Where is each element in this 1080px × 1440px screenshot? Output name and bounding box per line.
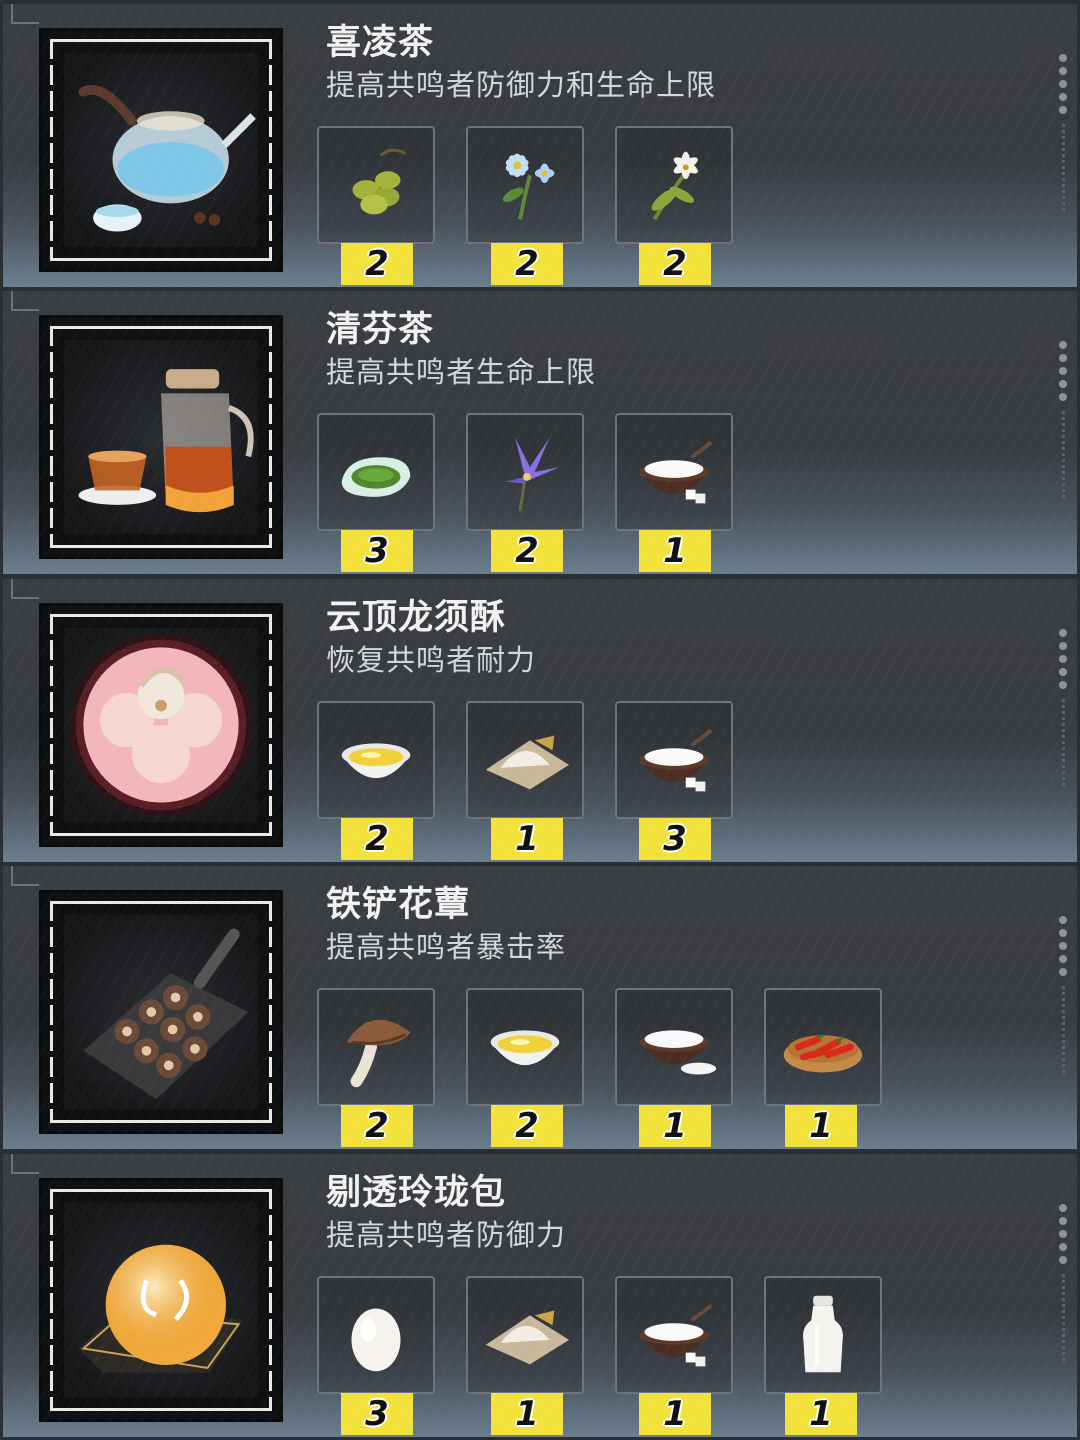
corner-bracket [11,1154,39,1174]
ingredient-slot[interactable] [466,988,584,1106]
oil-bowl-icon [327,711,425,809]
ingredient-slot[interactable] [317,988,435,1106]
dish-frame [39,315,283,559]
ingredient-count: 3 [341,1393,413,1435]
ingredient-slot[interactable] [615,701,733,819]
ingredient-slot[interactable] [615,988,733,1106]
ingredient-count: 2 [491,243,563,285]
ingredient-slot[interactable] [466,126,584,244]
ingredient-slot[interactable] [466,701,584,819]
ingredient-slot[interactable] [615,1276,733,1394]
ingredient-count: 3 [639,818,711,860]
recipe-card[interactable]: 铁铲花蕈提高共鸣者暴击率 2 2 1 1 [3,866,1077,1149]
side-decoration [1062,986,1065,1076]
recipe-card[interactable]: 清芬茶提高共鸣者生命上限 3 2 1 [3,291,1077,574]
dragon-pastry-icon [64,628,258,822]
ingredient-count: 2 [341,243,413,285]
sugar-bowl-icon [625,423,723,521]
recipe-title: 铁铲花蕈 [326,885,471,925]
ingredient-count: 2 [491,530,563,572]
recipe-description: 提高共鸣者防御力 [326,1218,567,1252]
green-olives-icon [327,136,425,234]
dish-frame [39,603,283,847]
ingredient-slot[interactable] [615,413,733,531]
dish-frame [39,1178,283,1422]
drag-handle[interactable] [1059,341,1069,406]
side-decoration [1062,699,1065,789]
ingredient-slot[interactable] [466,413,584,531]
ingredient-count: 1 [785,1393,857,1435]
ingredient-count: 1 [491,1393,563,1435]
ingredient-count: 2 [341,1105,413,1147]
blue-flower-icon [476,136,574,234]
recipe-description: 恢复共鸣者耐力 [326,643,537,677]
ingredient-count: 3 [341,530,413,572]
teapot-icon [64,53,258,247]
ingredient-count: 2 [639,243,711,285]
white-lily-icon [625,136,723,234]
recipe-description: 提高共鸣者暴击率 [326,930,567,964]
ingredient-count: 1 [639,1393,711,1435]
flour-icon [476,1286,574,1384]
milk-bottle-icon [774,1286,872,1384]
ingredient-slot[interactable] [466,1276,584,1394]
drag-handle[interactable] [1059,916,1069,981]
ingredient-slot[interactable] [764,988,882,1106]
flour-icon [476,711,574,809]
crystal-bun-icon [64,1203,258,1397]
ingredient-slot[interactable] [317,1276,435,1394]
recipe-card[interactable]: 云顶龙须酥恢复共鸣者耐力 2 1 3 [3,579,1077,862]
dish-frame [39,890,283,1134]
ingredient-count: 1 [491,818,563,860]
side-decoration [1062,124,1065,214]
recipe-title: 喜凌茶 [326,23,435,63]
corner-bracket [11,579,39,599]
purple-flower-icon [476,423,574,521]
corner-bracket [11,291,39,311]
dish-frame [39,28,283,272]
sugar-bowl-icon [625,1286,723,1384]
ingredient-count: 1 [785,1105,857,1147]
ingredient-slot[interactable] [764,1276,882,1394]
recipe-card[interactable]: 剔透玲珑包提高共鸣者防御力 3 1 1 1 [3,1154,1077,1437]
recipe-title: 剔透玲珑包 [326,1173,507,1213]
ingredient-slot[interactable] [317,701,435,819]
glass-teapot-icon [64,340,258,534]
drag-handle[interactable] [1059,629,1069,694]
ingredient-count: 2 [341,818,413,860]
corner-bracket [11,866,39,886]
ingredient-slot[interactable] [317,413,435,531]
side-decoration [1062,411,1065,501]
recipe-description: 提高共鸣者防御力和生命上限 [326,68,717,102]
recipe-title: 云顶龙须酥 [326,598,507,638]
egg-icon [327,1286,425,1384]
salt-bowl-icon [625,998,723,1096]
ingredient-count: 1 [639,530,711,572]
recipe-card[interactable]: 喜凌茶提高共鸣者防御力和生命上限 2 2 2 [3,4,1077,287]
side-decoration [1062,1274,1065,1364]
ingredient-count: 1 [639,1105,711,1147]
shovel-mushroom-icon [64,915,258,1109]
drag-handle[interactable] [1059,1204,1069,1269]
recipe-description: 提高共鸣者生命上限 [326,355,597,389]
tea-leaves-icon [327,423,425,521]
sugar-bowl-icon [625,711,723,809]
recipe-title: 清芬茶 [326,310,435,350]
ingredient-count: 2 [491,1105,563,1147]
ingredient-slot[interactable] [317,126,435,244]
mushroom-icon [327,998,425,1096]
ingredient-slot[interactable] [615,126,733,244]
corner-bracket [11,4,39,24]
oil-bowl-icon [476,998,574,1096]
drag-handle[interactable] [1059,54,1069,119]
chili-plate-icon [774,998,872,1096]
